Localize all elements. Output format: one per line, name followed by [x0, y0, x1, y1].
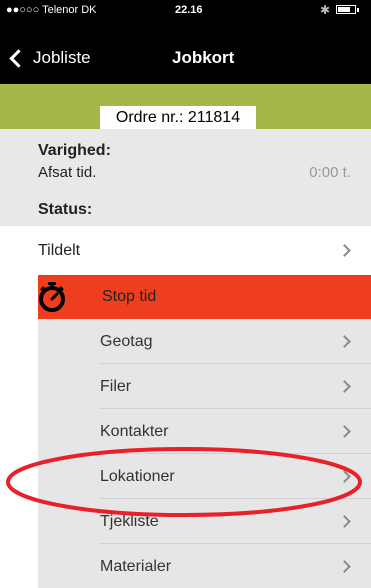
bluetooth-icon: ✱ [320, 3, 331, 17]
highlight-ellipse [6, 447, 362, 517]
menu-item-filer[interactable]: Filer [38, 364, 371, 409]
back-label: Jobliste [33, 48, 91, 67]
chevron-right-icon [338, 425, 351, 438]
chevron-left-icon [9, 48, 28, 68]
stop-timer-button[interactable]: Stop tid [38, 275, 371, 319]
duration-section: Varighed: Afsat tid. 0:00 t. [0, 129, 371, 189]
back-button[interactable]: Jobliste [6, 48, 91, 68]
menu-item-geotag[interactable]: Geotag [38, 319, 371, 364]
menu-item-label: Materialer [100, 558, 172, 575]
menu-item-label: Kontakter [100, 423, 169, 440]
status-bar: ●●○○○ Telenor DK 22.16 ✱ [0, 0, 371, 20]
chevron-right-icon [338, 380, 351, 393]
battery-icon [336, 5, 359, 14]
menu-item-label: Filer [100, 378, 132, 395]
order-number: Ordre nr.: 211814 [100, 106, 256, 129]
carrier-signal: ●●○○○ Telenor DK [6, 4, 97, 16]
duration-value: 0:00 t. [309, 164, 351, 181]
duration-header: Varighed: [38, 142, 111, 159]
status-value: Tildelt [38, 242, 81, 259]
page-title: Jobkort [172, 48, 235, 67]
chevron-right-icon [338, 560, 351, 573]
stopwatch-icon [39, 282, 65, 312]
menu-item-label: Geotag [100, 333, 153, 350]
status-header: Status: [38, 201, 93, 218]
status-row[interactable]: Tildelt [0, 226, 371, 275]
duration-label: Afsat tid. [38, 164, 97, 181]
status-time: 22.16 [175, 4, 203, 16]
chevron-right-icon [338, 335, 351, 348]
chevron-right-icon [338, 244, 351, 257]
nav-bar: Jobliste Jobkort [0, 20, 371, 84]
stop-timer-label: Stop tid [102, 288, 157, 305]
menu-item-materialer[interactable]: Materialer [38, 544, 371, 588]
status-section: Status: [0, 189, 371, 226]
